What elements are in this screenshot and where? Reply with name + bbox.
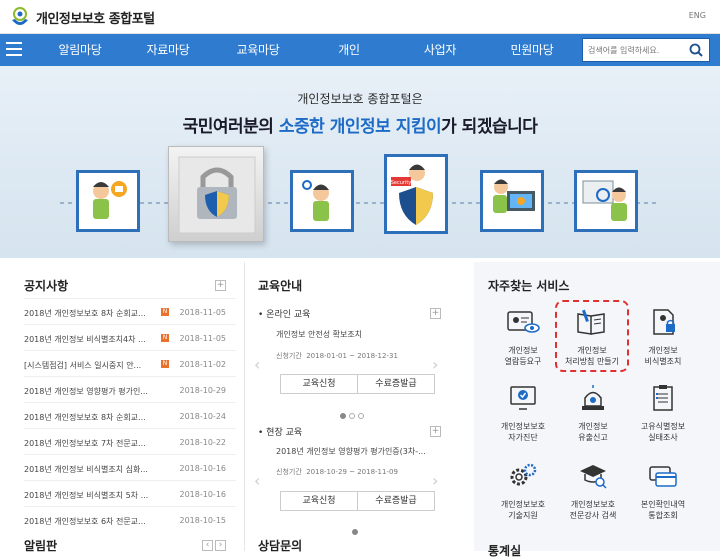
monitor-check-icon [510,386,536,410]
new-badge: N [161,360,169,368]
education-title[interactable]: 교육안내 [258,277,302,294]
onsite-edu-more-icon[interactable]: + [430,426,441,437]
banner-card-security: Security [384,154,448,234]
board-next-icon[interactable]: › [215,540,226,551]
edu-carousel-dots[interactable] [340,404,367,423]
service-tech-support[interactable]: 개인정보보호 기술지원 [488,462,558,521]
person-gear-icon [302,180,329,221]
edu-next-arrow[interactable]: › [432,355,438,374]
nav-item-personal[interactable]: 개인 [309,41,389,58]
banner-card-settings [290,170,354,232]
service-leak-report[interactable]: 개인정보 유출신고 [558,384,628,443]
person-search-icon [582,180,627,221]
banner-dotted-line [60,202,660,204]
list-item[interactable]: 2018년 개인정보 비식별조치4차 ... N 2018-11-05 [24,324,236,350]
gears-icon [510,463,537,486]
service-privacy-policy[interactable]: 개인정보 처리방침 만들기 [555,300,629,372]
notice-more-icon[interactable]: + [215,280,226,291]
svg-text:Security: Security [391,180,412,186]
service-identity-history[interactable]: 본인확인내역 통합조회 [628,462,698,521]
search-input[interactable] [583,39,683,61]
padlock-shield-icon [178,156,256,234]
nav-item-notice[interactable]: 알림마당 [40,41,120,58]
service-access-request[interactable]: 개인정보 열람등요구 [488,308,558,367]
column-divider [244,262,245,551]
lang-eng-link[interactable]: ENG [689,11,706,20]
id-card-eye-icon [507,311,540,333]
siren-icon [582,385,604,410]
notice-title[interactable]: 공지사항 [24,277,68,294]
menu-icon[interactable] [6,42,22,58]
banner-card-mail [76,170,140,232]
list-item[interactable]: 2018년 개인정보보호 8차 순회교... 2018-10-24 [24,402,236,428]
onsite-edu-period: 신청기간 2018-10-29 ~ 2018-11-09 [276,468,398,476]
onsite-apply-button[interactable]: 교육신청 [280,491,358,511]
banner-card-search [574,170,638,232]
new-badge: N [161,308,169,316]
consult-title[interactable]: 상담문의 [258,537,302,554]
list-item[interactable]: 2018년 개인정보 영향평가 평가인... 2018-10-29 [24,376,236,402]
new-badge: N [161,334,169,342]
main-banner[interactable]: 개인정보보호 종합포털은 국민여러분의 소중한 개인정보 지킴이가 되겠습니다 [0,66,720,258]
person-mail-icon [93,181,127,219]
list-item[interactable]: 2018년 개인정보 비식별조치 심화... 2018-10-16 [24,454,236,480]
banner-card-monitor [480,170,544,232]
nav-item-civil[interactable]: 민원마당 [492,41,572,58]
service-deidentification[interactable]: 개인정보 비식별조치 [628,308,698,367]
banner-safe-device [168,146,264,242]
list-item[interactable]: 2018년 개인정보보호 7차 전문교... 2018-10-22 [24,428,236,454]
onsite-next-arrow[interactable]: › [432,471,438,490]
cards-icon [649,466,677,487]
clipboard-icon [653,385,673,411]
graduation-search-icon [580,465,607,489]
onsite-edu-course[interactable]: 2018년 개인정보 영향평가 평가인증(3차-... [276,446,448,457]
online-edu-label: • 온라인 교육 [258,310,311,320]
nav-item-resources[interactable]: 자료마당 [128,41,208,58]
book-pen-icon [577,309,605,335]
banner-subtitle: 개인정보보호 종합포털은 [297,92,423,106]
site-header: 개인정보보호 종합포털 ENG [0,0,720,34]
board-title[interactable]: 알림판 [24,537,57,554]
onsite-cert-button[interactable]: 수료증발급 [357,491,435,511]
person-monitor-icon [493,179,535,213]
online-cert-button[interactable]: 수료증발급 [357,374,435,394]
online-edu-period: 신청기간 2018-01-01 ~ 2018-12-31 [276,352,398,360]
search-icon[interactable] [689,43,703,57]
onsite-edu-label: • 현장 교육 [258,428,303,438]
nav-item-business[interactable]: 사업자 [400,41,480,58]
board-prev-icon[interactable]: ‹ [202,540,213,551]
service-self-diagnosis[interactable]: 개인정보보호 자가진단 [488,384,558,443]
service-instructor-search[interactable]: 개인정보보호 전문강사 검색 [558,462,628,521]
banner-headline: 국민여러분의 소중한 개인정보 지킴이가 되겠습니다 [182,117,538,137]
online-edu-course[interactable]: 개인정보 안전성 확보조치 [276,329,436,340]
person-shield-icon: Security [391,164,433,225]
list-item[interactable]: 2018년 개인정보보호 6차 전문교... 2018-10-15 [24,506,236,532]
logo-icon[interactable] [9,6,31,28]
onsite-carousel-dots[interactable] [352,520,361,539]
nav-item-education[interactable]: 교육마당 [218,41,298,58]
onsite-prev-arrow[interactable]: ‹ [254,471,260,490]
site-title[interactable]: 개인정보보호 종합포털 [36,8,155,27]
list-item[interactable]: [시스템점검] 서비스 일시중지 안... N 2018-11-02 [24,350,236,376]
search-box [582,38,710,62]
edu-prev-arrow[interactable]: ‹ [254,355,260,374]
services-title: 자주찾는 서비스 [488,279,570,293]
online-apply-button[interactable]: 교육신청 [280,374,358,394]
list-item[interactable]: 2018년 개인정보 비식별조치 5차 ... 2018-10-16 [24,480,236,506]
list-item[interactable]: 2018년 개인정보보호 8차 순회교... N 2018-11-05 [24,298,236,324]
online-edu-more-icon[interactable]: + [430,308,441,319]
service-unique-id-survey[interactable]: 고유식별정보 실태조사 [628,384,698,443]
document-lock-icon [653,309,675,335]
